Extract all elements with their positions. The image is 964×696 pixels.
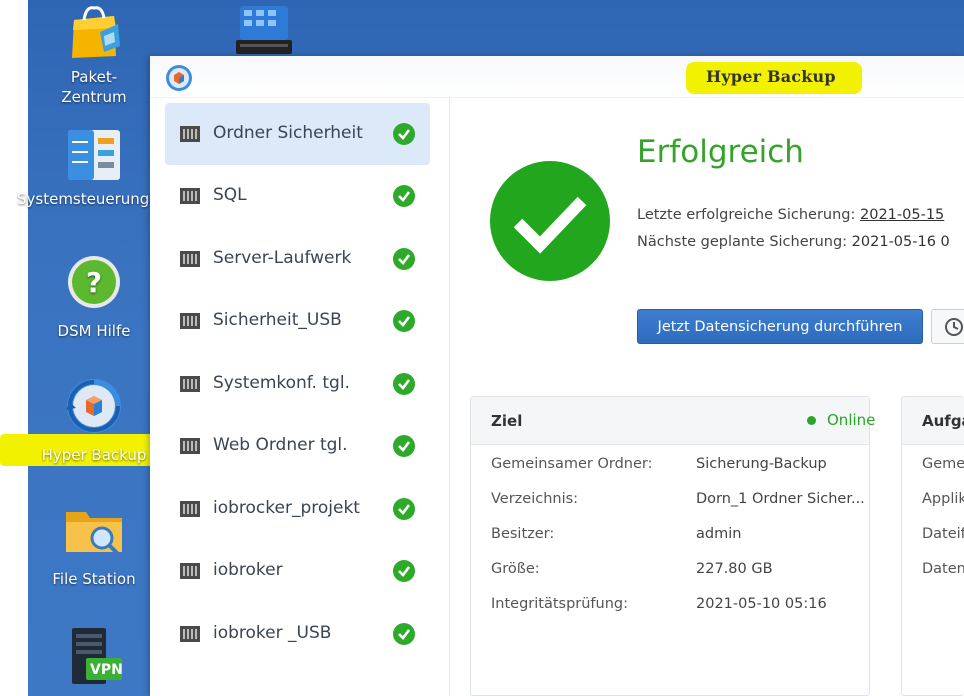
task-label: SQL bbox=[213, 185, 247, 205]
success-check-icon bbox=[393, 248, 415, 270]
online-status-dot bbox=[807, 416, 816, 425]
backup-task-icon bbox=[180, 126, 200, 142]
success-check-icon bbox=[393, 373, 415, 395]
target-row-label: Gemeinsamer Ordner: bbox=[491, 456, 653, 472]
window-title: Hyper Backup bbox=[706, 67, 836, 86]
backup-task-icon bbox=[180, 313, 200, 329]
task-settings-panel: Aufga Geme Applik Dateif Daten bbox=[901, 396, 964, 696]
task-label: iobrocker_projekt bbox=[213, 498, 360, 518]
target-panel: Ziel Online Gemeinsamer Ordner: Sicherun… bbox=[470, 396, 875, 696]
task-row-label: Dateif bbox=[922, 526, 964, 542]
help-icon: ? bbox=[68, 256, 120, 308]
package-center-icon bbox=[72, 6, 120, 58]
task-item-iobroker-usb[interactable]: iobroker _USB bbox=[165, 603, 430, 665]
hyper-backup-window: Hyper Backup Ordner Sicherheit SQL Serve… bbox=[150, 56, 964, 696]
backup-task-icon bbox=[180, 438, 200, 454]
task-label: Sicherheit_USB bbox=[213, 310, 342, 330]
next-backup-label: Nächste geplante Sicherung: bbox=[637, 234, 848, 250]
backup-task-icon bbox=[180, 563, 200, 579]
task-row-label: Geme bbox=[922, 456, 964, 472]
target-panel-title: Ziel bbox=[491, 412, 523, 430]
next-backup-line: Nächste geplante Sicherung: 2021-05-16 0 bbox=[637, 234, 950, 250]
task-label: Ordner Sicherheit bbox=[213, 123, 363, 143]
task-item-ordner-sicherheit[interactable]: Ordner Sicherheit bbox=[165, 103, 430, 165]
backup-task-icon bbox=[180, 501, 200, 517]
desktop-icon-dsm-help[interactable]: ? DSM Hilfe bbox=[29, 254, 159, 341]
task-item-systemkonf[interactable]: Systemkonf. tgl. bbox=[165, 353, 430, 415]
target-row-label: Integritätsprüfung: bbox=[491, 596, 629, 612]
task-item-iobrocker-projekt[interactable]: iobrocker_projekt bbox=[165, 478, 430, 540]
target-row-label: Größe: bbox=[491, 561, 540, 577]
target-row-value: Sicherung-Backup bbox=[696, 456, 827, 472]
desktop-icon-label: DSM Hilfe bbox=[57, 322, 131, 340]
backup-task-icon bbox=[180, 626, 200, 642]
task-item-sicherheit-usb[interactable]: Sicherheit_USB bbox=[165, 290, 430, 352]
task-label: iobroker bbox=[213, 560, 283, 580]
desktop-icon-label: Zentrum bbox=[61, 88, 127, 106]
task-item-web-ordner[interactable]: Web Ordner tgl. bbox=[165, 415, 430, 477]
desktop-icon-hyper-backup[interactable]: Hyper Backup bbox=[29, 376, 159, 465]
target-row-value: Dorn_1 Ordner Sicher... bbox=[696, 491, 865, 507]
desktop-icon-package-center[interactable]: Paket- Zentrum bbox=[29, 2, 159, 107]
backup-task-icon bbox=[180, 376, 200, 392]
control-panel-icon bbox=[68, 130, 120, 180]
task-item-server-laufwerk[interactable]: Server-Laufwerk bbox=[165, 228, 430, 290]
last-backup-line: Letzte erfolgreiche Sicherung: 2021-05-1… bbox=[637, 207, 944, 223]
task-item-sql[interactable]: SQL bbox=[165, 165, 430, 227]
task-row-label: Daten bbox=[922, 561, 964, 577]
clock-icon bbox=[945, 318, 963, 336]
desktop-icon-label: Hyper Backup bbox=[41, 446, 147, 464]
next-backup-value: 2021-05-16 0 bbox=[851, 234, 950, 250]
online-status-text: Online bbox=[827, 411, 876, 429]
desktop-icon-label: File Station bbox=[52, 570, 136, 588]
svg-text:?: ? bbox=[86, 266, 102, 299]
target-row-label: Besitzer: bbox=[491, 526, 555, 542]
desktop-icon-file-station[interactable]: File Station bbox=[29, 502, 159, 589]
task-label: iobroker _USB bbox=[213, 623, 332, 643]
folder-search-icon bbox=[66, 512, 122, 556]
hyper-backup-app-icon bbox=[166, 65, 192, 91]
server-icon[interactable] bbox=[234, 4, 294, 56]
target-row-value: admin bbox=[696, 526, 742, 542]
backup-task-icon bbox=[180, 251, 200, 267]
success-check-icon bbox=[393, 560, 415, 582]
target-row-value: 227.80 GB bbox=[696, 561, 773, 577]
task-item-iobroker[interactable]: iobroker bbox=[165, 540, 430, 602]
success-check-icon bbox=[393, 310, 415, 332]
target-row-label: Verzeichnis: bbox=[491, 491, 579, 507]
desktop-icon-control-panel[interactable]: Systemsteuerung bbox=[17, 128, 159, 209]
success-check-icon bbox=[393, 185, 415, 207]
task-sidebar: Ordner Sicherheit SQL Server-Laufwerk Si… bbox=[150, 98, 450, 696]
target-panel-header: Ziel Online bbox=[471, 397, 875, 445]
desktop-icon-label: Systemsteuerung bbox=[17, 190, 150, 208]
task-row-label: Applik bbox=[922, 491, 964, 507]
success-status-icon bbox=[490, 161, 610, 281]
success-check-icon bbox=[393, 435, 415, 457]
task-label: Server-Laufwerk bbox=[213, 248, 352, 268]
task-panel-title: Aufga bbox=[922, 412, 964, 430]
history-button[interactable] bbox=[931, 309, 964, 344]
backup-now-button[interactable]: Jetzt Datensicherung durchführen bbox=[637, 309, 923, 344]
target-row-value: 2021-05-10 05:16 bbox=[696, 596, 827, 612]
success-check-icon bbox=[393, 623, 415, 645]
hyper-backup-icon bbox=[66, 379, 121, 433]
desktop-icon-label: Paket- bbox=[70, 68, 118, 86]
desktop-icon-vpn[interactable]: VPN bbox=[29, 626, 159, 686]
status-title: Erfolgreich bbox=[637, 134, 804, 170]
success-check-icon bbox=[393, 123, 415, 145]
vpn-badge: VPN bbox=[90, 662, 123, 678]
last-backup-label: Letzte erfolgreiche Sicherung: bbox=[637, 207, 856, 223]
task-panel-header: Aufga bbox=[902, 397, 964, 445]
success-check-icon bbox=[393, 498, 415, 520]
last-backup-link[interactable]: 2021-05-15 bbox=[860, 207, 944, 223]
task-label: Web Ordner tgl. bbox=[213, 435, 348, 455]
backup-task-icon bbox=[180, 188, 200, 204]
task-label: Systemkonf. tgl. bbox=[213, 373, 350, 393]
